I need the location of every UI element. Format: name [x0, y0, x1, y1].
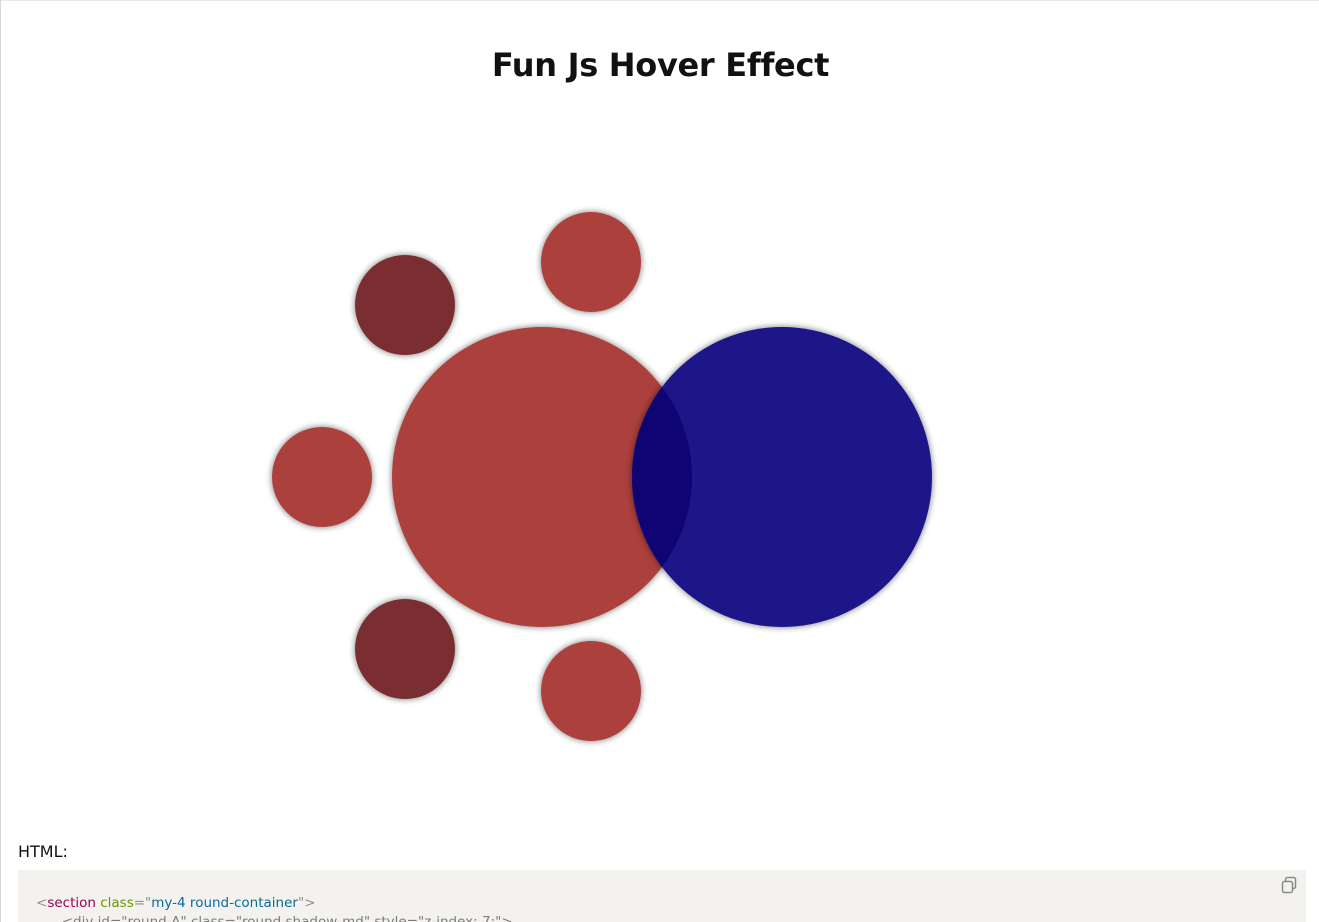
code-line-1: <section class="my-4 round-container">: [36, 895, 316, 911]
hover-demo-stage: [1, 0, 1319, 800]
html-code-block[interactable]: <section class="my-4 round-container"> <…: [18, 870, 1306, 922]
copy-icon[interactable]: [1280, 876, 1298, 894]
small-circle-bottom-right[interactable]: [541, 641, 641, 741]
code-token-string: my-4 round-container: [151, 895, 298, 911]
code-token: <: [36, 895, 48, 911]
small-circle-top-right[interactable]: [541, 212, 641, 312]
small-circle-top-left[interactable]: [355, 255, 455, 355]
code-token: ">: [297, 895, 316, 911]
code-token: =": [133, 895, 152, 911]
html-section-label: HTML:: [18, 842, 68, 861]
hover-demo-svg: [272, 212, 932, 741]
small-circle-bottom-left[interactable]: [355, 599, 455, 699]
code-token-attr: class: [95, 895, 134, 911]
small-circle-left[interactable]: [272, 427, 372, 527]
code-line-2: <div id="round-A" class="round shadow-md…: [36, 914, 513, 922]
code-token-tag: section: [47, 895, 96, 911]
